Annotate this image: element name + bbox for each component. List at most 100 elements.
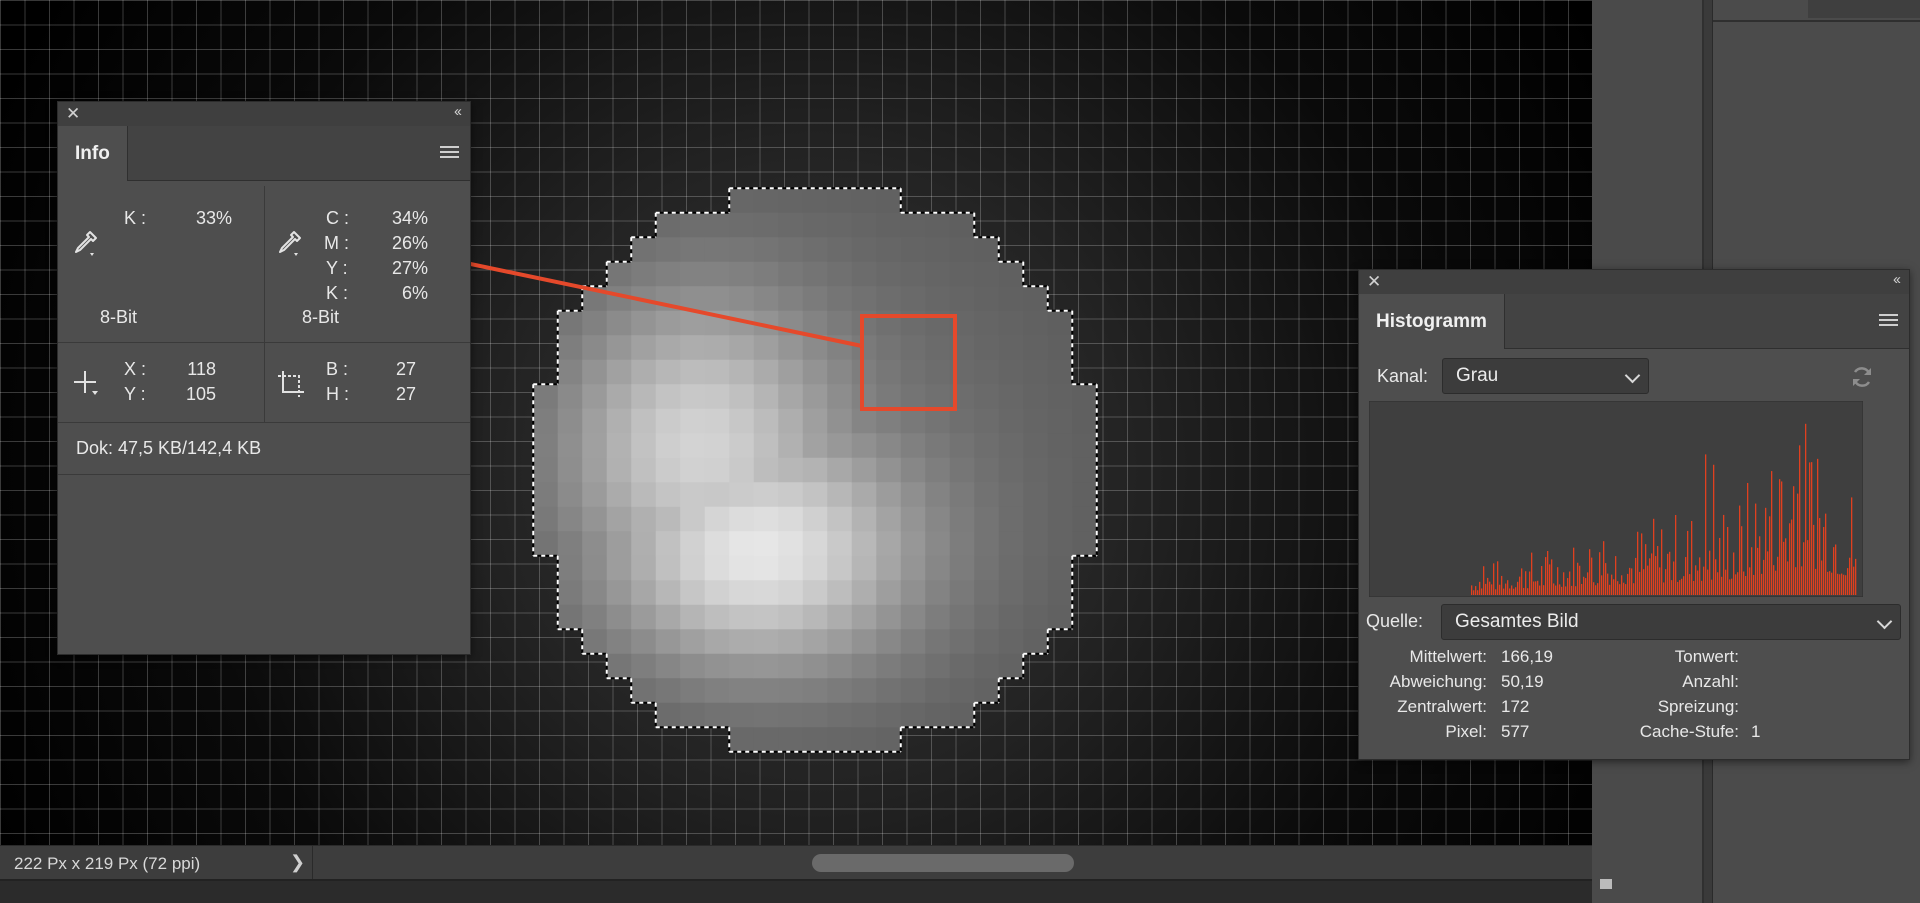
histogram-bar — [1701, 580, 1703, 595]
histogram-bar — [1527, 588, 1529, 595]
histogram-bar — [1741, 526, 1743, 595]
gray-bitdepth: 8-Bit — [100, 307, 138, 327]
histogram-bar — [1837, 573, 1839, 595]
doc-size-readout: Dok: 47,5 KB/142,4 KB — [76, 438, 262, 458]
crosshair-icon[interactable] — [71, 368, 101, 398]
info-panel-titlebar[interactable] — [58, 102, 470, 126]
cache-value: 1 — [1751, 722, 1761, 741]
histogram-bar — [1509, 588, 1511, 595]
histogram-bar — [1567, 578, 1569, 595]
histogram-bar — [1501, 575, 1503, 595]
selection-size-icon[interactable] — [275, 368, 307, 400]
info-panel: ✕ ‹‹ Info K : 33% 8-Bit C : 34% M : 26% … — [57, 101, 471, 655]
histogram-bar — [1673, 561, 1675, 595]
histogram-bar — [1735, 574, 1737, 595]
eyedropper-cmyk-icon[interactable] — [275, 228, 305, 258]
histogram-bar — [1473, 590, 1475, 595]
std-label: Abweichung: — [1389, 672, 1487, 691]
histogram-bar — [1825, 513, 1827, 595]
status-menu-arrow-icon[interactable]: ❯ — [290, 852, 305, 873]
histogram-bar — [1797, 493, 1799, 595]
histogram-bar — [1771, 471, 1773, 595]
histogram-bar — [1601, 575, 1603, 595]
histogram-bar — [1507, 580, 1509, 595]
histogram-bar — [1835, 544, 1837, 595]
histogram-bar — [1709, 550, 1711, 595]
histogram-bar — [1529, 571, 1531, 595]
cmyk-c-label: C : — [326, 208, 350, 228]
histogram-bar — [1795, 567, 1797, 595]
histogram-bar — [1851, 497, 1853, 595]
info-divider-2 — [58, 422, 470, 423]
histogram-bar — [1587, 572, 1589, 595]
histogram-bar — [1559, 584, 1561, 595]
histogram-bar — [1521, 568, 1523, 595]
horizontal-scrollbar-thumb[interactable] — [812, 854, 1074, 872]
histogram-bar — [1647, 565, 1649, 595]
histogram-bar — [1723, 514, 1725, 595]
info-collapse-icon[interactable]: ‹‹ — [454, 103, 462, 120]
histogram-bar — [1811, 462, 1813, 595]
median-value: 172 — [1501, 697, 1530, 716]
histogram-bar — [1583, 576, 1585, 595]
histogram-bar — [1731, 578, 1733, 595]
eyedropper-icon[interactable] — [71, 228, 101, 258]
info-close-icon[interactable]: ✕ — [66, 104, 80, 124]
histogram-bar — [1693, 580, 1695, 595]
histogram-bar — [1661, 529, 1663, 595]
sample-area-highlight — [860, 314, 957, 411]
histogram-bar — [1537, 580, 1539, 595]
histogram-bar — [1491, 584, 1493, 595]
histogram-bar — [1547, 550, 1549, 595]
median-label: Zentralwert: — [1397, 697, 1487, 716]
histogram-panel-menu-icon[interactable] — [1879, 314, 1898, 328]
histogram-bar — [1815, 568, 1817, 595]
pixel-value: 577 — [1501, 722, 1530, 741]
histogram-bar — [1665, 569, 1667, 595]
histogram-bar — [1645, 544, 1647, 595]
histogram-bar — [1535, 581, 1537, 595]
histogram-bar — [1819, 518, 1821, 595]
info-vertical-divider — [264, 186, 265, 423]
chevron-down-icon — [1624, 367, 1641, 384]
histogram-bar — [1689, 574, 1691, 595]
histogram-bar — [1611, 574, 1613, 595]
histogram-bar — [1779, 479, 1781, 595]
histogram-bar — [1555, 585, 1557, 595]
histogram-close-icon[interactable]: ✕ — [1367, 272, 1381, 292]
histogram-bar — [1805, 423, 1807, 595]
status-bar: 222 Px x 219 Px (72 ppi) ❯ — [0, 845, 1592, 880]
histogram-bar — [1827, 571, 1829, 595]
source-select[interactable]: Gesamtes Bild — [1441, 604, 1901, 640]
channel-select[interactable]: Grau — [1442, 358, 1649, 394]
histogram-bar — [1845, 575, 1847, 595]
histogram-bar — [1545, 557, 1547, 595]
histogram-bar — [1635, 557, 1637, 595]
histogram-bar — [1821, 560, 1823, 595]
refresh-icon[interactable] — [1849, 364, 1875, 390]
gray-k-label: K : — [124, 208, 147, 228]
cache-label: Cache-Stufe: — [1639, 722, 1739, 741]
histogram-bar — [1711, 579, 1713, 595]
tab-histogram[interactable]: Histogramm — [1359, 294, 1505, 349]
histogram-bar — [1595, 585, 1597, 595]
histogram-bar — [1759, 536, 1761, 595]
histogram-bar — [1703, 566, 1705, 595]
histogram-collapse-icon[interactable]: ‹‹ — [1893, 271, 1901, 288]
histogram-bar — [1503, 588, 1505, 595]
tab-info[interactable]: Info — [58, 126, 128, 181]
histogram-bar — [1699, 557, 1701, 595]
cmyk-c-value: 34% — [391, 208, 428, 228]
histogram-bar — [1519, 576, 1521, 595]
mean-label: Mittelwert: — [1409, 647, 1487, 666]
histogram-bar — [1849, 557, 1851, 595]
histogram-bar — [1841, 573, 1843, 595]
histogram-bar — [1707, 569, 1709, 595]
histogram-bar — [1831, 572, 1833, 595]
info-panel-menu-icon[interactable] — [440, 146, 459, 160]
histogram-panel-titlebar[interactable] — [1359, 270, 1909, 294]
histogram-bar — [1713, 464, 1715, 595]
histogram-bar — [1803, 542, 1805, 595]
size-h-value: 27 — [395, 384, 416, 404]
histogram-bar — [1729, 579, 1731, 595]
